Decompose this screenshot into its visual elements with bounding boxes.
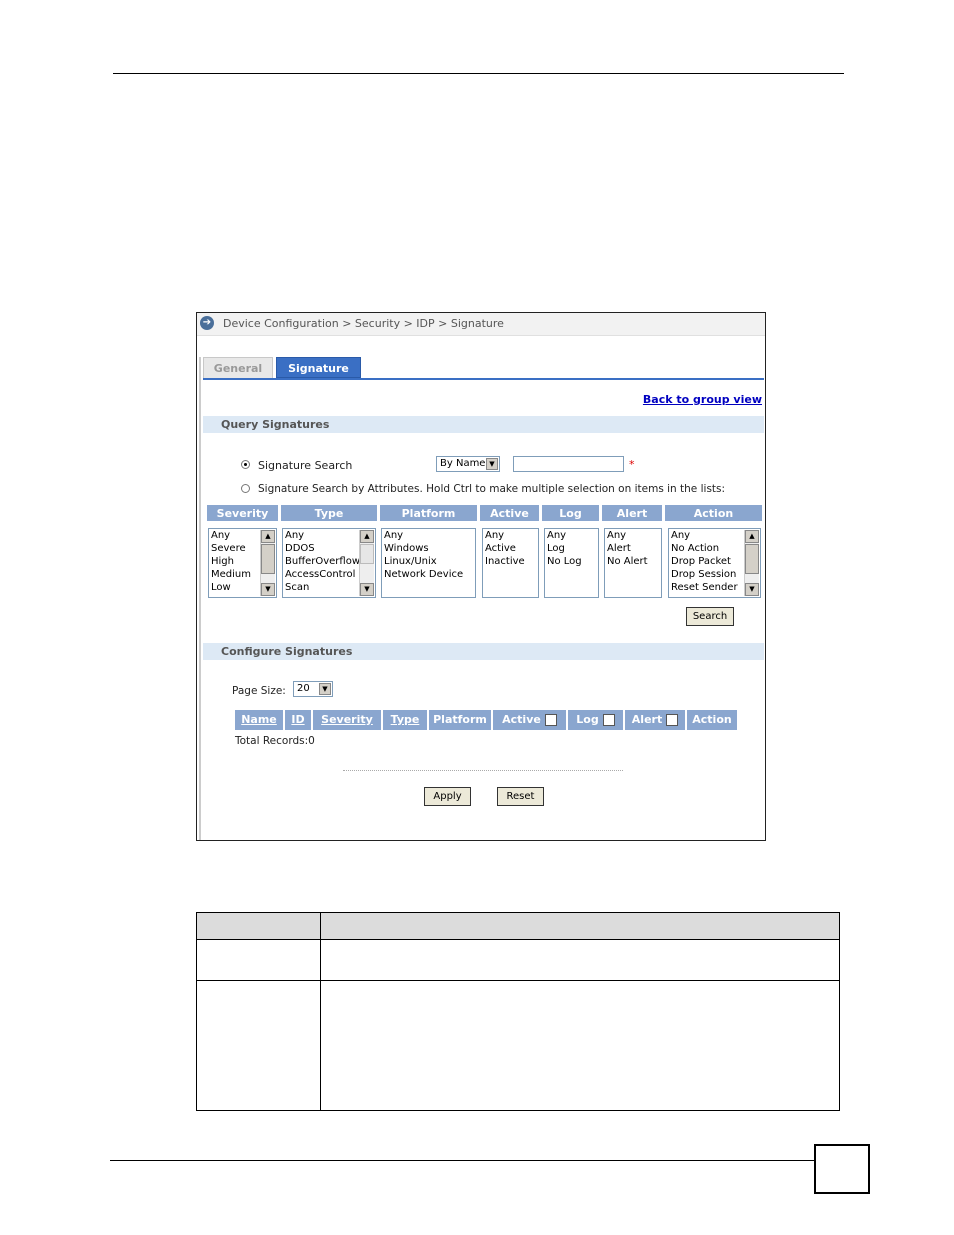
tab-signature[interactable]: Signature [276, 357, 361, 378]
page-number-box [814, 1144, 870, 1194]
apply-button[interactable]: Apply [424, 787, 471, 806]
list-item[interactable]: No Alert [607, 555, 661, 568]
chevron-down-icon: ▼ [319, 683, 331, 695]
search-by-value: By Name [440, 458, 486, 469]
page-size-select[interactable]: 20 ▼ [293, 681, 333, 697]
query-section-header: Query Signatures [203, 416, 764, 433]
col-active-label: Active [502, 713, 541, 726]
scroll-down-icon[interactable]: ▼ [360, 583, 374, 596]
header-alert: Alert [601, 504, 663, 522]
active-all-checkbox[interactable] [544, 714, 557, 726]
alert-all-checkbox[interactable] [666, 714, 679, 726]
col-alert-label: Alert [631, 713, 663, 726]
configure-section-header: Configure Signatures [203, 643, 764, 660]
col-action: Action [687, 710, 737, 730]
col-alert: Alert [625, 710, 687, 730]
total-records: Total Records:0 [235, 735, 315, 747]
list-item[interactable]: Log [547, 542, 598, 555]
tab-general[interactable]: General [203, 357, 273, 378]
list-item[interactable]: Windows [384, 542, 475, 555]
list-item[interactable]: Active [485, 542, 538, 555]
list-item[interactable]: Any [607, 529, 661, 542]
platform-listbox[interactable]: Any Windows Linux/Unix Network Device [381, 528, 476, 598]
col-log: Log [568, 710, 625, 730]
list-item[interactable]: Alert [607, 542, 661, 555]
query-section-title: Query Signatures [221, 418, 330, 431]
search-text-input[interactable] [513, 456, 624, 472]
header-log: Log [541, 504, 600, 522]
scrollbar[interactable]: ▲ ▼ [260, 530, 275, 596]
header-severity: Severity [206, 504, 279, 522]
scroll-down-icon[interactable]: ▼ [745, 583, 759, 596]
severity-listbox[interactable]: Any Severe High Medium Low ▲ ▼ [208, 528, 277, 598]
scroll-track[interactable] [360, 544, 374, 564]
col-id[interactable]: ID [285, 710, 313, 730]
list-item[interactable]: Any [384, 529, 475, 542]
page-size-value: 20 [297, 683, 310, 694]
scrollbar[interactable]: ▲ ▼ [744, 530, 759, 596]
tab-underline [203, 378, 764, 380]
search-button[interactable]: Search [686, 607, 734, 626]
configure-section-title: Configure Signatures [221, 645, 353, 658]
action-listbox[interactable]: Any No Action Drop Packet Drop Session R… [668, 528, 761, 598]
attribute-search-radio[interactable] [241, 484, 250, 493]
scrollbar[interactable]: ▲ ▼ [359, 530, 374, 596]
footer-rule [110, 1160, 814, 1161]
log-listbox[interactable]: Any Log No Log [544, 528, 599, 598]
col-platform: Platform [429, 710, 493, 730]
page-size-label: Page Size: [232, 685, 286, 697]
scroll-thumb[interactable] [745, 544, 759, 574]
active-listbox[interactable]: Any Active Inactive [482, 528, 539, 598]
alert-listbox[interactable]: Any Alert No Alert [604, 528, 662, 598]
header-active: Active [479, 504, 540, 522]
col-severity[interactable]: Severity [313, 710, 383, 730]
header-type: Type [280, 504, 378, 522]
column-divider [320, 913, 321, 1110]
row-divider [197, 980, 839, 981]
scroll-thumb[interactable] [261, 544, 275, 574]
chevron-down-icon: ▼ [486, 458, 498, 470]
title-bar: ➔ Device Configuration > Security > IDP … [197, 313, 765, 336]
header-action: Action [664, 504, 763, 522]
scroll-up-icon[interactable]: ▲ [745, 530, 759, 543]
list-item[interactable]: Network Device [384, 568, 475, 581]
list-item[interactable]: Inactive [485, 555, 538, 568]
signature-search-radio[interactable] [241, 460, 250, 469]
signature-search-label: Signature Search [258, 459, 353, 472]
table-header-row [197, 913, 839, 940]
back-to-group-link[interactable]: Back to group view [643, 393, 762, 406]
required-mark: * [629, 458, 635, 471]
col-active: Active [493, 710, 568, 730]
search-by-select[interactable]: By Name ▼ [436, 456, 500, 472]
scroll-up-icon[interactable]: ▲ [261, 530, 275, 543]
list-item[interactable]: Any [485, 529, 538, 542]
arrow-circle-icon: ➔ [200, 316, 214, 330]
breadcrumb: Device Configuration > Security > IDP > … [223, 317, 504, 330]
reset-button[interactable]: Reset [497, 787, 544, 806]
header-platform: Platform [379, 504, 478, 522]
col-name[interactable]: Name [235, 710, 285, 730]
list-item[interactable]: Linux/Unix [384, 555, 475, 568]
header-rule [113, 73, 844, 74]
scroll-up-icon[interactable]: ▲ [360, 530, 374, 543]
screenshot-frame: ➔ Device Configuration > Security > IDP … [196, 312, 766, 841]
list-item[interactable]: Any [547, 529, 598, 542]
col-log-label: Log [576, 713, 599, 726]
scroll-down-icon[interactable]: ▼ [261, 583, 275, 596]
list-item[interactable]: No Log [547, 555, 598, 568]
panel-edge [199, 357, 201, 840]
divider [343, 770, 623, 771]
type-listbox[interactable]: Any DDOS BufferOverflow AccessControl Sc… [282, 528, 376, 598]
description-table [196, 912, 840, 1111]
col-type[interactable]: Type [383, 710, 429, 730]
log-all-checkbox[interactable] [602, 714, 615, 726]
attribute-search-label: Signature Search by Attributes. Hold Ctr… [258, 483, 726, 495]
